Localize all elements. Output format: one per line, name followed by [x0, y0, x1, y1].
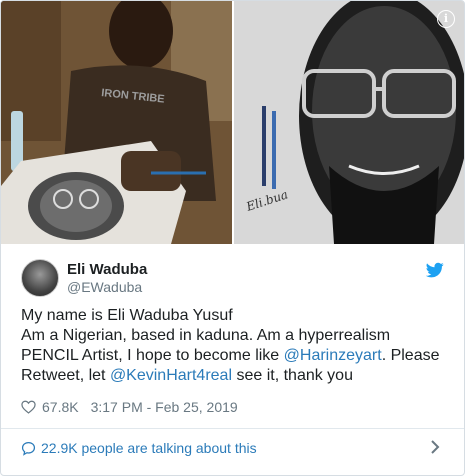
talking-about-text: 22.9K people are talking about this	[41, 440, 257, 456]
mention-kevinhart4real[interactable]: @KevinHart4real	[110, 367, 232, 384]
tweet-text: My name is Eli Waduba Yusuf Am a Nigeria…	[21, 306, 451, 386]
tweet-text-line2: Am a Nigerian, based in kaduna. Am a hyp…	[21, 326, 451, 386]
like-count[interactable]: 67.8K	[42, 399, 79, 415]
tweet-header: Eli Waduba @EWaduba	[21, 257, 446, 297]
photo-artist-drawing[interactable]: IRON TRIBE	[1, 1, 232, 244]
photo-pencil-portrait-illustration: Eli.bua	[234, 1, 464, 244]
avatar[interactable]	[21, 259, 59, 297]
tweet-text-line1: My name is Eli Waduba Yusuf	[21, 307, 233, 324]
tweet-media: IRON TRIBE Eli.bua i	[1, 1, 464, 244]
display-name[interactable]: Eli Waduba	[67, 261, 147, 278]
photo-pencil-portrait[interactable]: Eli.bua i	[234, 1, 464, 244]
photo-artist-drawing-illustration: IRON TRIBE	[1, 1, 232, 244]
embedded-tweet: IRON TRIBE Eli.bua i Eli Waduba @EWaduba…	[0, 0, 465, 476]
info-icon[interactable]: i	[437, 10, 455, 28]
chevron-right-icon	[431, 440, 440, 454]
comment-bubble-icon	[21, 441, 36, 456]
tweet-text-part3: see it, thank you	[232, 367, 353, 384]
twitter-bird-icon[interactable]	[426, 261, 444, 279]
heart-icon[interactable]	[21, 400, 36, 414]
user-handle[interactable]: @EWaduba	[67, 279, 142, 295]
mention-harinzeyart[interactable]: @Harinzeyart	[284, 347, 382, 364]
tweet-meta: 67.8K 3:17 PM - Feb 25, 2019	[21, 399, 238, 415]
talking-about-link[interactable]: 22.9K people are talking about this	[21, 437, 446, 459]
divider	[1, 428, 464, 429]
tweet-timestamp[interactable]: 3:17 PM - Feb 25, 2019	[91, 399, 238, 415]
